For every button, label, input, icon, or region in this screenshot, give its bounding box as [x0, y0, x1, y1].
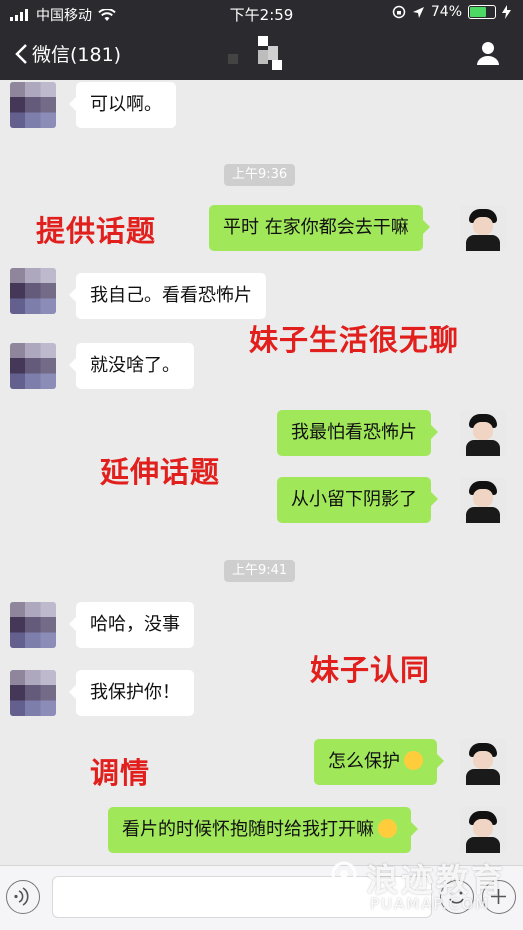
my-avatar[interactable] — [460, 477, 506, 523]
timestamp: 上午9:41 — [224, 560, 296, 582]
annotation-label: 调情 — [90, 756, 151, 790]
pixelated-title — [228, 36, 288, 70]
voice-waves-icon — [14, 887, 29, 906]
contact-avatar[interactable] — [10, 343, 56, 389]
contact-avatar[interactable] — [10, 602, 56, 648]
smile-emoji-icon — [404, 750, 423, 770]
status-bar: 中国移动 下午2:59 74% — [0, 0, 523, 28]
watermark: 浪迹教育 PUAMAP.COM — [326, 855, 522, 925]
watermark-url: PUAMAP.COM — [370, 895, 491, 913]
annotation-label: 提供话题 — [36, 214, 157, 248]
chat-area[interactable]: 可以啊。 上午9:36 提供话题 平时 在家你都会去干嘛 我自己。看看恐怖片 妹… — [0, 80, 523, 865]
message-bubble[interactable]: 看片的时候怀抱随时给我打开嘛 — [108, 807, 418, 853]
message-bubble[interactable]: 我保护你！ — [69, 670, 194, 716]
battery-icon — [468, 5, 496, 19]
chevron-left-icon — [15, 43, 27, 64]
contact-avatar[interactable] — [10, 268, 56, 314]
location-pin-logo-icon — [331, 861, 357, 897]
annotation-label: 延伸话题 — [100, 455, 221, 489]
message-bubble[interactable]: 怎么保护 — [314, 739, 444, 785]
back-button[interactable]: 微信(181) — [14, 40, 121, 67]
message-bubble[interactable]: 哈哈，没事 — [69, 602, 194, 648]
contact-avatar[interactable] — [10, 670, 56, 716]
message-bubble[interactable]: 从小留下阴影了 — [277, 477, 438, 523]
location-icon — [412, 6, 424, 18]
message-bubble[interactable]: 可以啊。 — [69, 82, 176, 128]
person-icon[interactable] — [475, 40, 501, 66]
message-bubble[interactable]: 我自己。看看恐怖片 — [69, 273, 266, 319]
orientation-lock-icon — [392, 5, 406, 19]
smile-emoji-icon — [378, 818, 397, 838]
battery-fill — [470, 7, 486, 17]
message-text: 怎么保护 — [328, 751, 400, 772]
charging-icon — [502, 5, 511, 19]
message-bubble[interactable]: 就没啥了。 — [69, 343, 194, 389]
annotation-label: 妹子生活很无聊 — [249, 323, 460, 357]
nav-bar: 微信(181) — [0, 28, 523, 80]
my-avatar[interactable] — [460, 410, 506, 456]
message-bubble[interactable]: 平时 在家你都会去干嘛 — [209, 205, 430, 251]
my-avatar[interactable] — [460, 807, 506, 853]
annotation-label: 妹子认同 — [310, 653, 431, 687]
my-avatar[interactable] — [460, 205, 506, 251]
voice-icon[interactable] — [6, 880, 40, 914]
battery-percent: 74% — [430, 4, 462, 20]
message-bubble[interactable]: 我最怕看恐怖片 — [277, 410, 438, 456]
message-text: 看片的时候怀抱随时给我打开嘛 — [122, 819, 374, 840]
timestamp: 上午9:36 — [224, 164, 296, 186]
back-label: 微信(181) — [32, 44, 122, 66]
my-avatar[interactable] — [460, 739, 506, 785]
contact-avatar[interactable] — [10, 82, 56, 128]
